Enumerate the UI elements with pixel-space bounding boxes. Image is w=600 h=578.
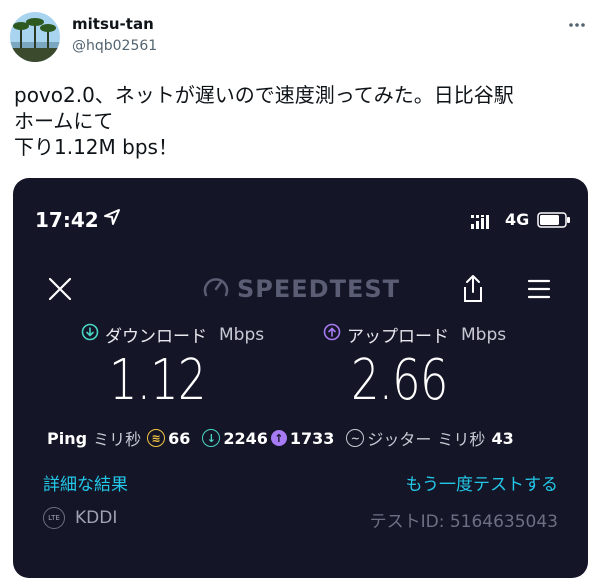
jitter-icon: ~ xyxy=(346,429,365,447)
avatar[interactable] xyxy=(10,12,60,62)
upload-unit: Mbps xyxy=(461,324,507,345)
tweet-text: povo2.0、ネットが遅いので速度測ってみた。日比谷駅 ホームにて 下り1.1… xyxy=(14,83,514,159)
download-icon: ↓ xyxy=(202,429,221,447)
speedtest-logo: SPEEDTEST xyxy=(203,275,400,303)
download-icon xyxy=(81,323,99,346)
jitter-unit: ミリ秒 xyxy=(437,430,486,449)
upload-header: アップロード Mbps xyxy=(323,322,506,347)
user-name[interactable]: mitsu-tan xyxy=(72,15,154,33)
more-icon[interactable] xyxy=(568,12,586,33)
upload-label: アップロード xyxy=(347,327,449,347)
ping-icon: ≋ xyxy=(147,429,166,447)
signal-icon xyxy=(471,214,497,233)
download-label: ダウンロード xyxy=(105,327,207,347)
ping-label: Ping xyxy=(47,428,88,448)
ping-value: 66 xyxy=(168,428,191,448)
close-icon[interactable] xyxy=(47,276,73,306)
retest-link[interactable]: もう一度テストする xyxy=(406,470,559,495)
gauge-icon xyxy=(203,275,229,303)
status-time: 17:42 xyxy=(35,208,99,232)
location-arrow-icon xyxy=(103,208,121,230)
download-unit: Mbps xyxy=(219,324,265,345)
upload-value: 2.66 xyxy=(351,348,448,413)
jitter-value: 43 xyxy=(491,428,514,448)
details-link[interactable]: 詳細な結果 xyxy=(43,470,128,495)
upload-icon xyxy=(323,323,341,346)
share-icon[interactable] xyxy=(461,273,485,307)
test-id: テストID: 5164635043 xyxy=(369,512,558,532)
download-value: 1.12 xyxy=(109,348,206,413)
ping-upload-value: 1733 xyxy=(289,428,335,448)
isp-info: LTE KDDI xyxy=(43,507,117,529)
ping-unit: ミリ秒 xyxy=(93,430,142,449)
ping-download-value: 2246 xyxy=(223,428,268,448)
isp-name: KDDI xyxy=(75,508,118,528)
download-header: ダウンロード Mbps xyxy=(81,322,264,347)
network-type: 4G xyxy=(505,210,530,229)
jitter-label: ジッター xyxy=(367,430,432,449)
user-handle[interactable]: @hqb02561 xyxy=(72,38,157,54)
lte-badge: LTE xyxy=(43,507,65,529)
tweet-image[interactable]: 17:42 4G SPEEDTEST ダウンロード Mbps アップロード Mb… xyxy=(13,178,588,578)
ping-row: Ping ミリ秒 ≋ 66 ↓ 2246 ↑ 1733 ~ ジッター ミリ秒 4… xyxy=(47,426,514,450)
menu-icon[interactable] xyxy=(527,278,551,304)
logo-text: SPEEDTEST xyxy=(237,275,401,303)
battery-icon xyxy=(537,212,571,232)
upload-icon: ↑ xyxy=(270,430,287,446)
